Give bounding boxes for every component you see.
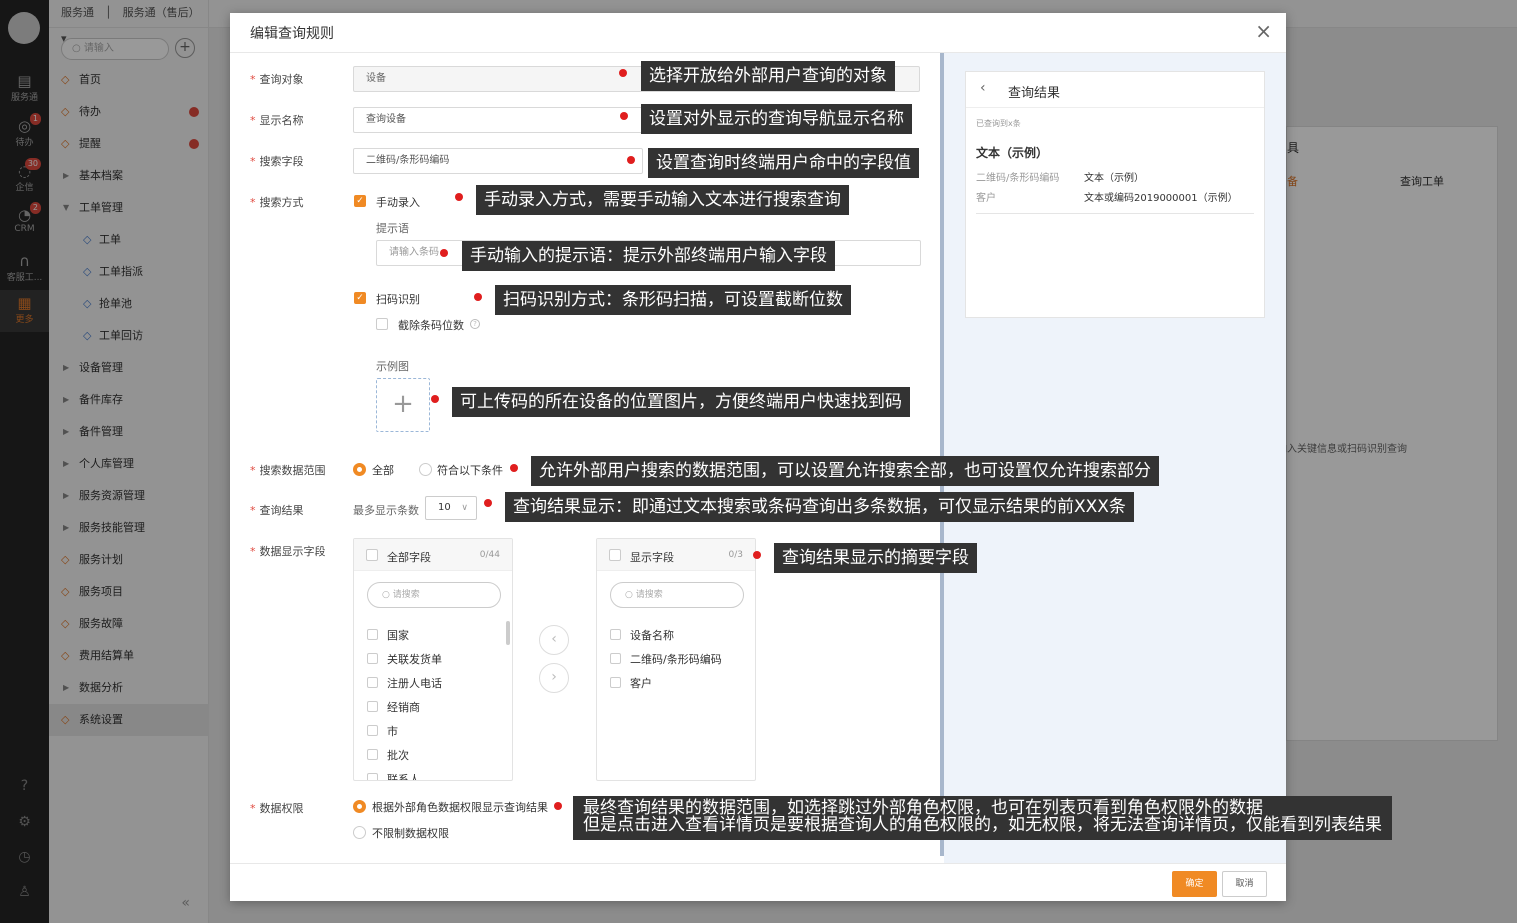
preview-count: 已查询到x条 — [976, 119, 1021, 128]
annotation-example-image: 可上传码的所在设备的位置图片，方便终端用户快速找到码 — [452, 387, 910, 417]
annotation-query-object: 选择开放给外部用户查询的对象 — [641, 61, 895, 91]
scan-checkbox[interactable]: ✓ — [354, 292, 366, 304]
query-object-label: * 查询对象 — [250, 73, 304, 86]
field-checkbox[interactable] — [610, 653, 621, 664]
field-label: 二维码/条形码编码 — [630, 653, 722, 666]
modal-title: 编辑查询规则 — [250, 26, 334, 42]
field-checkbox[interactable] — [367, 749, 378, 760]
preview-title: 查询结果 — [1008, 86, 1061, 101]
annotation-dot — [620, 112, 628, 120]
annotation-search-field: 设置查询时终端用户命中的字段值 — [648, 148, 919, 178]
select-all-fields-checkbox[interactable] — [366, 549, 378, 561]
max-results-label: 最多显示条数 — [353, 504, 419, 517]
field-label: 国家 — [387, 629, 409, 642]
field-label: 关联发货单 — [387, 653, 442, 666]
permission-role-label: 根据外部角色数据权限显示查询结果 — [372, 801, 548, 814]
field-checkbox[interactable] — [367, 653, 378, 664]
cancel-button[interactable]: 取消 — [1222, 871, 1267, 897]
annotation-display-fields: 查询结果显示的摘要字段 — [774, 543, 977, 573]
data-scope-label: * 搜索数据范围 — [250, 464, 326, 477]
scope-conditional-radio[interactable] — [419, 463, 432, 476]
annotation-dot — [554, 802, 562, 810]
manual-entry-label: 手动录入 — [376, 196, 420, 209]
max-results-select[interactable]: 10 ∨ — [425, 496, 477, 520]
annotation-dot — [440, 249, 448, 257]
field-label: 批次 — [387, 749, 409, 762]
scope-all-radio[interactable] — [353, 463, 366, 476]
close-icon[interactable]: × — [1255, 19, 1272, 43]
search-field-select[interactable]: 二维码/条形码编码 — [353, 148, 643, 174]
move-left-button[interactable]: ‹ — [539, 625, 569, 655]
annotation-dot — [484, 499, 492, 507]
move-right-button[interactable]: › — [539, 663, 569, 693]
truncate-label: 截除条码位数 — [398, 319, 464, 332]
annotation-display-name: 设置对外显示的查询导航显示名称 — [641, 104, 912, 134]
annotation-data-permission: 最终查询结果的数据范围，如选择跳过外部角色权限，也可在列表页看到角色权限外的数据… — [573, 796, 1392, 840]
annotation-manual-entry: 手动录入方式，需要手动输入文本进行搜索查询 — [476, 185, 849, 215]
display-name-field[interactable]: 查询设备 — [353, 107, 643, 133]
annotation-prompt: 手动输入的提示语：提示外部终端用户输入字段 — [462, 241, 835, 271]
all-fields-search[interactable]: ○ 请搜索 — [367, 582, 501, 608]
preview-key: 二维码/条形码编码 — [976, 173, 1060, 184]
query-result-label: * 查询结果 — [250, 504, 304, 517]
example-image-label: 示例图 — [376, 360, 409, 373]
preview-key: 客户 — [976, 193, 996, 204]
field-label: 联系人 — [387, 773, 420, 781]
annotation-query-result: 查询结果显示：即通过文本搜索或条码查询出多条数据，可仅显示结果的前XXX条 — [505, 492, 1134, 522]
field-checkbox[interactable] — [367, 725, 378, 736]
manual-entry-checkbox[interactable]: ✓ — [354, 195, 366, 207]
display-name-label: * 显示名称 — [250, 114, 304, 127]
scan-label: 扫码识别 — [376, 293, 420, 306]
annotation-dot — [627, 156, 635, 164]
prompt-label: 提示语 — [376, 222, 409, 235]
scrollbar[interactable] — [506, 621, 510, 645]
modal-header: 编辑查询规则 × — [230, 13, 1286, 53]
annotation-dot — [431, 395, 439, 403]
preview-value: 文本或编码2019000001（示例） — [1084, 193, 1238, 204]
field-checkbox[interactable] — [367, 773, 378, 780]
preview-value: 文本（示例） — [1084, 173, 1144, 184]
all-fields-box: 全部字段 0/44 ○ 请搜索 国家 关联发货单 注册人电话 经销商市批次 联系人 — [353, 538, 513, 781]
annotation-dot — [474, 293, 482, 301]
scope-conditional-label: 符合以下条件 — [437, 464, 503, 477]
field-checkbox[interactable] — [610, 677, 621, 688]
annotation-dot — [510, 464, 518, 472]
help-icon[interactable]: ? — [470, 319, 480, 329]
field-checkbox[interactable] — [367, 677, 378, 688]
display-fields-search[interactable]: ○ 请搜索 — [610, 582, 744, 608]
permission-none-label: 不限制数据权限 — [372, 827, 449, 840]
preview-result-title: 文本（示例） — [976, 146, 1049, 160]
field-checkbox[interactable] — [367, 701, 378, 712]
data-fields-label: * 数据显示字段 — [250, 545, 326, 558]
preview-card: ‹ 查询结果 已查询到x条 文本（示例） 二维码/条形码编码 文本（示例） 客户 … — [965, 71, 1265, 318]
scope-all-label: 全部 — [372, 464, 394, 477]
field-label: 经销商 — [387, 701, 420, 714]
annotation-data-scope: 允许外部用户搜索的数据范围，可以设置允许搜索全部，也可设置仅允许搜索部分 — [531, 456, 1159, 486]
field-checkbox[interactable] — [610, 629, 621, 640]
back-icon[interactable]: ‹ — [980, 80, 986, 96]
data-permission-label: * 数据权限 — [250, 802, 304, 815]
annotation-dot — [455, 193, 463, 201]
search-field-label: * 搜索字段 — [250, 155, 304, 168]
preview-divider — [976, 213, 1254, 214]
modal-footer: 确定 取消 — [230, 863, 1286, 901]
search-method-label: * 搜索方式 — [250, 196, 304, 209]
field-label: 设备名称 — [630, 629, 674, 642]
annotation-dot — [619, 69, 627, 77]
field-checkbox[interactable] — [367, 629, 378, 640]
display-fields-box: 显示字段 0/3 ○ 请搜索 设备名称 二维码/条形码编码 客户 — [596, 538, 756, 781]
truncate-checkbox[interactable] — [376, 318, 388, 330]
upload-image-button[interactable]: + — [376, 378, 430, 432]
annotation-dot — [753, 551, 761, 559]
field-label: 市 — [387, 725, 398, 738]
permission-none-radio[interactable] — [353, 826, 366, 839]
confirm-button[interactable]: 确定 — [1172, 871, 1217, 897]
permission-role-radio[interactable] — [353, 800, 366, 813]
annotation-scan: 扫码识别方式：条形码扫描，可设置截断位数 — [495, 285, 851, 315]
field-label: 注册人电话 — [387, 677, 442, 690]
select-all-display-checkbox[interactable] — [609, 549, 621, 561]
chevron-down-icon: ∨ — [461, 503, 468, 513]
field-label: 客户 — [630, 677, 652, 690]
